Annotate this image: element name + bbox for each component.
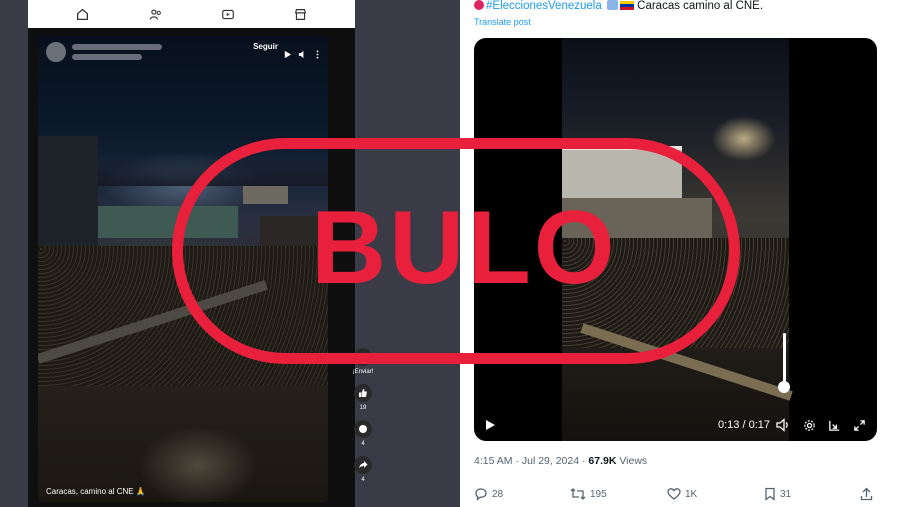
store-icon[interactable] — [293, 6, 309, 22]
red-circle-icon — [474, 0, 484, 10]
post-timestamp[interactable]: 4:15 AM · Jul 29, 2024 · — [474, 455, 588, 467]
volume-slider-handle[interactable] — [778, 381, 790, 393]
repost-count: 195 — [590, 488, 607, 500]
bookmark-icon — [765, 487, 775, 501]
play-icon[interactable] — [283, 46, 292, 59]
like-count: 19 — [359, 405, 367, 411]
video-time: 0:13 / 0:17 — [718, 419, 770, 431]
post-meta: 4:15 AM · Jul 29, 2024 · 67.9K Views — [474, 455, 647, 467]
more-icon[interactable] — [313, 46, 322, 59]
bookmark-count: 31 — [780, 488, 792, 500]
views-label: Views — [616, 455, 648, 467]
video-caption: Caracas, camino al CNE 🙏 — [46, 487, 146, 496]
post-text: #EleccionesVenezuela Caracas camino al C… — [474, 0, 763, 12]
comment-button[interactable] — [354, 420, 372, 438]
home-icon[interactable] — [74, 6, 90, 22]
volume-icon[interactable] — [298, 46, 307, 59]
video-controls: 0:13 / 0:17 — [474, 411, 877, 441]
video-icon[interactable] — [220, 6, 236, 22]
repost-button[interactable]: 195 — [570, 487, 607, 501]
shorts-actions: ¡Enviar! 19 4 4 — [342, 348, 384, 483]
forward-button[interactable] — [354, 456, 372, 474]
volume-slider-track[interactable] — [783, 333, 786, 387]
picture-in-picture-icon[interactable] — [826, 417, 842, 433]
share-button[interactable] — [860, 487, 873, 501]
subscriptions-icon[interactable] — [147, 6, 163, 22]
forward-count: 4 — [361, 477, 365, 483]
share-label: ¡Enviar! — [352, 369, 374, 375]
reply-count: 28 — [492, 488, 504, 500]
views-count: 67.9K — [588, 455, 617, 467]
bookmark-button[interactable]: 31 — [764, 487, 791, 501]
bulo-stamp-text: BULO — [311, 190, 618, 306]
reply-icon — [475, 488, 487, 501]
venezuela-flag-icon — [619, 1, 634, 10]
heart-icon — [667, 488, 681, 500]
emoji-icon — [606, 0, 618, 10]
fullscreen-icon[interactable] — [851, 417, 867, 433]
reply-button[interactable]: 28 — [474, 487, 503, 501]
top-nav-bar — [28, 0, 355, 28]
comment-count: 4 — [361, 441, 365, 447]
translate-link[interactable]: Translate post — [474, 17, 531, 27]
screenshot-stage: Seguir Caracas, camino al CNE 🙏 ¡Enviar!… — [0, 0, 900, 507]
play-icon[interactable] — [482, 417, 498, 433]
like-count: 1K — [685, 488, 698, 500]
follow-button[interactable]: Seguir — [253, 42, 278, 51]
settings-icon[interactable] — [801, 417, 817, 433]
hashtag-link[interactable]: #EleccionesVenezuela — [486, 0, 602, 12]
share-icon — [860, 487, 873, 501]
post-actions: 28 195 1K 31 — [474, 487, 884, 505]
like-button[interactable]: 1K — [667, 487, 697, 501]
avatar[interactable] — [46, 42, 66, 62]
volume-icon[interactable] — [775, 417, 791, 433]
like-button[interactable] — [354, 384, 372, 402]
repost-icon — [570, 488, 586, 500]
channel-info[interactable] — [46, 42, 162, 62]
post-body: Caracas camino al CNE. — [637, 0, 764, 12]
